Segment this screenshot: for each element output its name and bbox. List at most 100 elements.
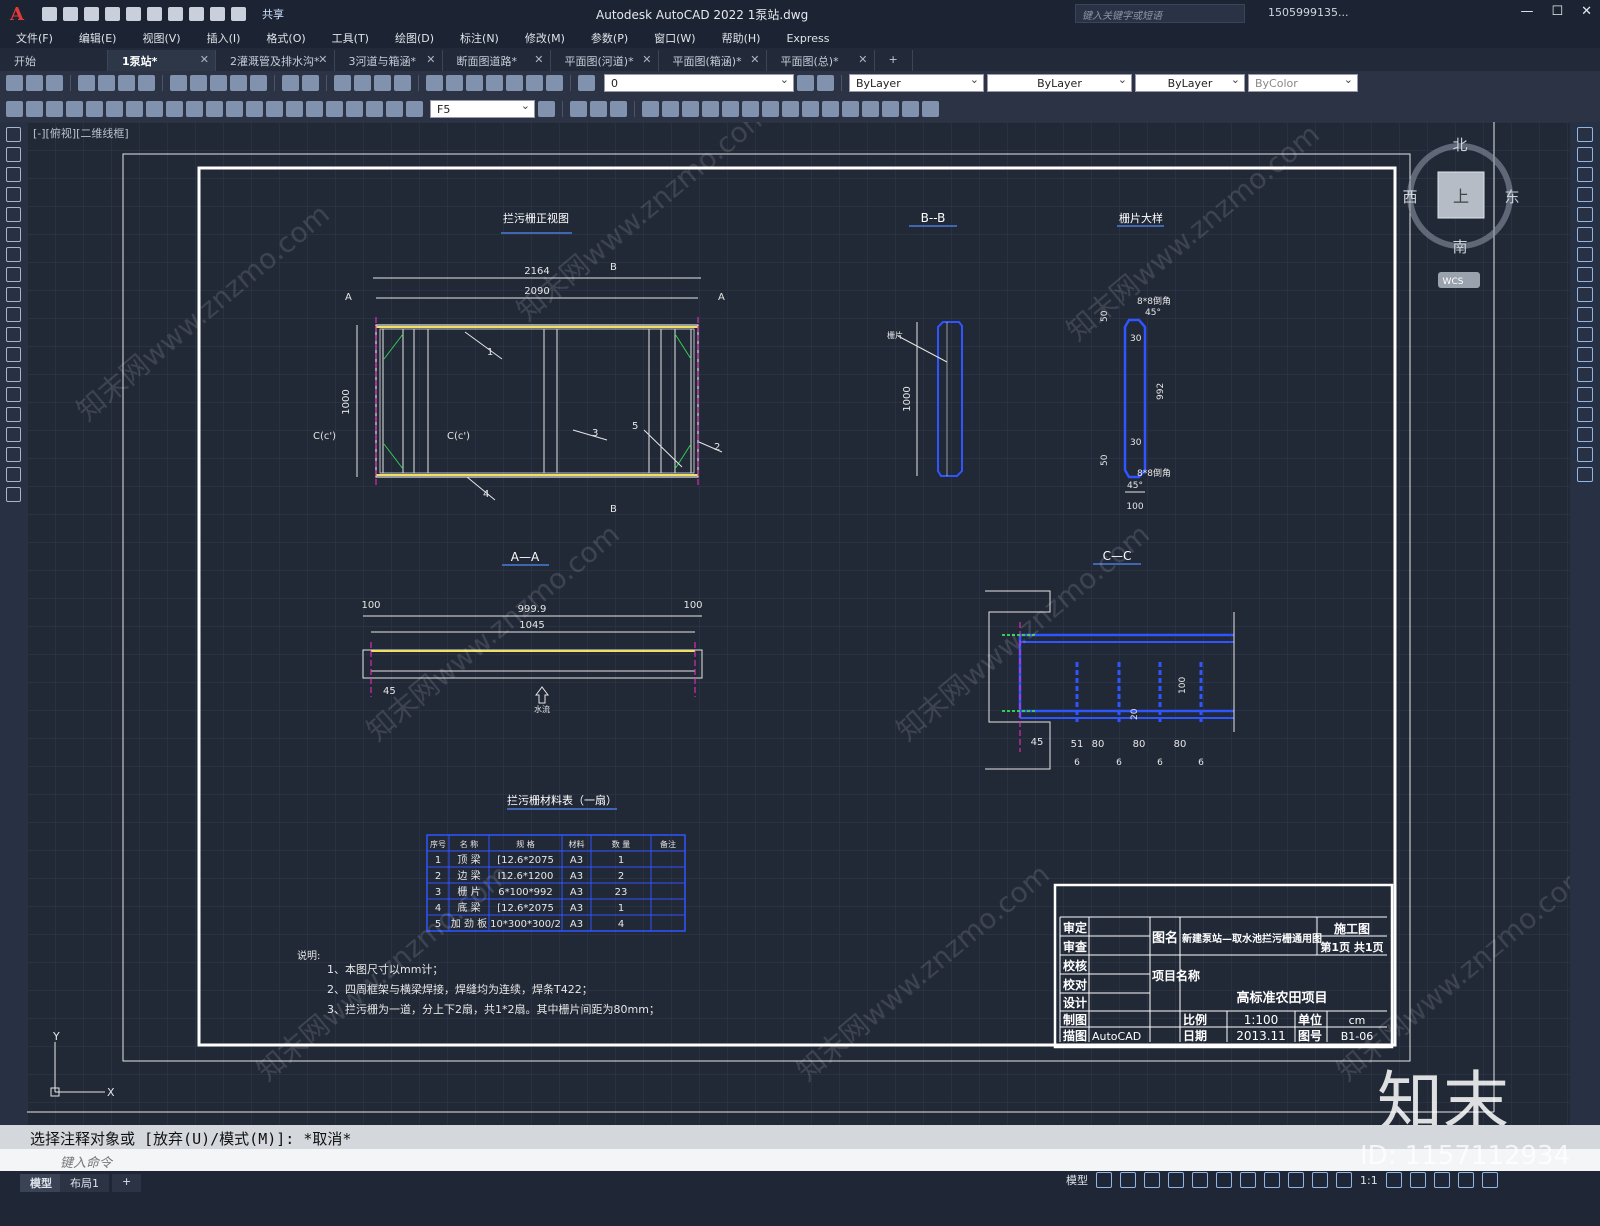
menu-tools[interactable]: 工具(T) [332,30,369,46]
tab-6[interactable]: 平面图(箱涵)* ✕ [659,50,767,71]
menu-express[interactable]: Express [786,32,829,45]
lineweight-icon[interactable] [1240,1172,1256,1188]
undo-icon[interactable] [189,7,204,21]
subtract-icon[interactable] [590,100,607,117]
isodraft-icon[interactable] [1192,1172,1208,1188]
explode-icon[interactable] [1577,467,1593,482]
close-icon[interactable]: ✕ [858,53,867,66]
dimspace-icon[interactable] [246,100,263,117]
pan-icon[interactable] [334,75,351,91]
menu-parametric[interactable]: 参数(P) [591,30,628,46]
ortho-icon[interactable] [1144,1172,1160,1188]
offset-faces-icon[interactable] [682,100,699,117]
properties-icon[interactable] [426,75,443,91]
copy-faces-icon[interactable] [762,100,779,117]
polygon-icon[interactable] [6,187,21,202]
add-selected-icon[interactable] [6,487,21,502]
save-icon[interactable] [84,7,99,21]
snap-icon[interactable] [1120,1172,1136,1188]
plot-icon[interactable] [78,75,95,91]
zoom-window-icon[interactable] [374,75,391,91]
dimbaseline-icon[interactable] [206,100,223,117]
tab-7[interactable]: 平面图(总)* ✕ [767,50,875,71]
dimradius-icon[interactable] [106,100,123,117]
mtext-icon[interactable] [6,467,21,482]
undo-icon[interactable] [282,75,299,91]
dimstyle-dropdown[interactable]: F5 [430,99,535,118]
open-web-icon[interactable] [126,7,141,21]
tab-start[interactable]: 开始 [0,50,108,71]
viewcube-east[interactable]: 东 [1504,188,1519,206]
close-icon[interactable]: ✕ [426,53,435,66]
dimordinate-icon[interactable] [86,100,103,117]
shell-icon[interactable] [902,100,919,117]
menu-view[interactable]: 视图(V) [142,30,180,46]
break-at-point-icon[interactable] [1577,347,1593,362]
transparency-icon[interactable] [1264,1172,1280,1188]
dimangular-icon[interactable] [166,100,183,117]
zoom-realtime-icon[interactable] [354,75,371,91]
make-block-icon[interactable] [6,367,21,382]
inspection-icon[interactable] [326,100,343,117]
make-current-icon[interactable] [797,75,814,91]
redo-icon[interactable] [210,7,225,21]
menu-help[interactable]: 帮助(H) [722,30,761,46]
save-as-icon[interactable] [105,7,120,21]
block-editor-icon[interactable] [250,75,267,91]
ellipse-arc-icon[interactable] [6,327,21,342]
ellipse-icon[interactable] [6,307,21,322]
dim-update-icon[interactable] [406,100,423,117]
save-icon[interactable] [46,75,63,91]
tab-2[interactable]: 2灌溉管及排水沟* ✕ [216,50,335,71]
point-icon[interactable] [6,387,21,402]
color-edges-icon[interactable] [822,100,839,117]
viewcube-south[interactable]: 南 [1452,238,1467,256]
markup-icon[interactable] [506,75,523,91]
fillet-icon[interactable] [1577,427,1593,442]
plotstyle-dropdown[interactable]: ByColor [1248,73,1358,92]
user-account[interactable]: 1505999135... [1268,6,1348,19]
drawing-canvas[interactable]: [-][俯视][二维线框] 拦污栅正视图 2164 2090 1000 A A … [27,122,1570,1125]
layer-dropdown[interactable]: 0 [604,73,794,92]
add-icon[interactable] [1409,1172,1426,1188]
spline-icon[interactable] [6,287,21,302]
taper-faces-icon[interactable] [742,100,759,117]
dimlinear-icon[interactable] [26,100,43,117]
move-faces-icon[interactable] [662,100,679,117]
close-icon[interactable]: ✕ [534,53,543,66]
help-icon[interactable] [546,75,563,91]
viewcube-top[interactable]: 上 [1453,187,1469,206]
rectangle-icon[interactable] [6,207,21,222]
viewcube-north[interactable]: 北 [1452,136,1467,154]
mirror-icon[interactable] [1577,167,1593,182]
plot-icon[interactable] [168,7,183,21]
copy-edges-icon[interactable] [802,100,819,117]
polar-icon[interactable] [1168,1172,1184,1188]
open-file-icon[interactable] [63,7,78,21]
clean-icon[interactable] [862,100,879,117]
union-icon[interactable] [570,100,587,117]
intersect-icon[interactable] [610,100,627,117]
blend-icon[interactable] [1577,447,1593,462]
customize-qat-icon[interactable] [231,7,246,21]
scale-icon[interactable] [1577,267,1593,282]
menu-draw[interactable]: 绘图(D) [395,30,434,46]
menu-dimension[interactable]: 标注(N) [460,30,499,46]
revcloud-icon[interactable] [6,267,21,282]
imprint-icon[interactable] [842,100,859,117]
lineweight-dropdown[interactable]: ByLayer [1135,73,1245,92]
share-button[interactable]: 共享 [262,6,284,22]
close-button[interactable]: ✕ [1581,4,1592,19]
customize-icon[interactable] [1481,1172,1498,1188]
chamfer-icon[interactable] [1577,407,1593,422]
preview-icon[interactable] [98,75,115,91]
menu-file[interactable]: 文件(F) [16,30,53,46]
model-space-toggle[interactable]: 模型 [1066,1172,1088,1188]
annotation-visibility-icon[interactable] [1312,1172,1328,1188]
dimedit-icon[interactable] [366,100,383,117]
autocad-logo-icon[interactable]: A [0,0,34,28]
erase-icon[interactable] [1577,127,1593,142]
qdim-icon[interactable] [186,100,203,117]
tab-3[interactable]: 3河道与箱涵* ✕ [335,50,443,71]
trim-icon[interactable] [1577,307,1593,322]
